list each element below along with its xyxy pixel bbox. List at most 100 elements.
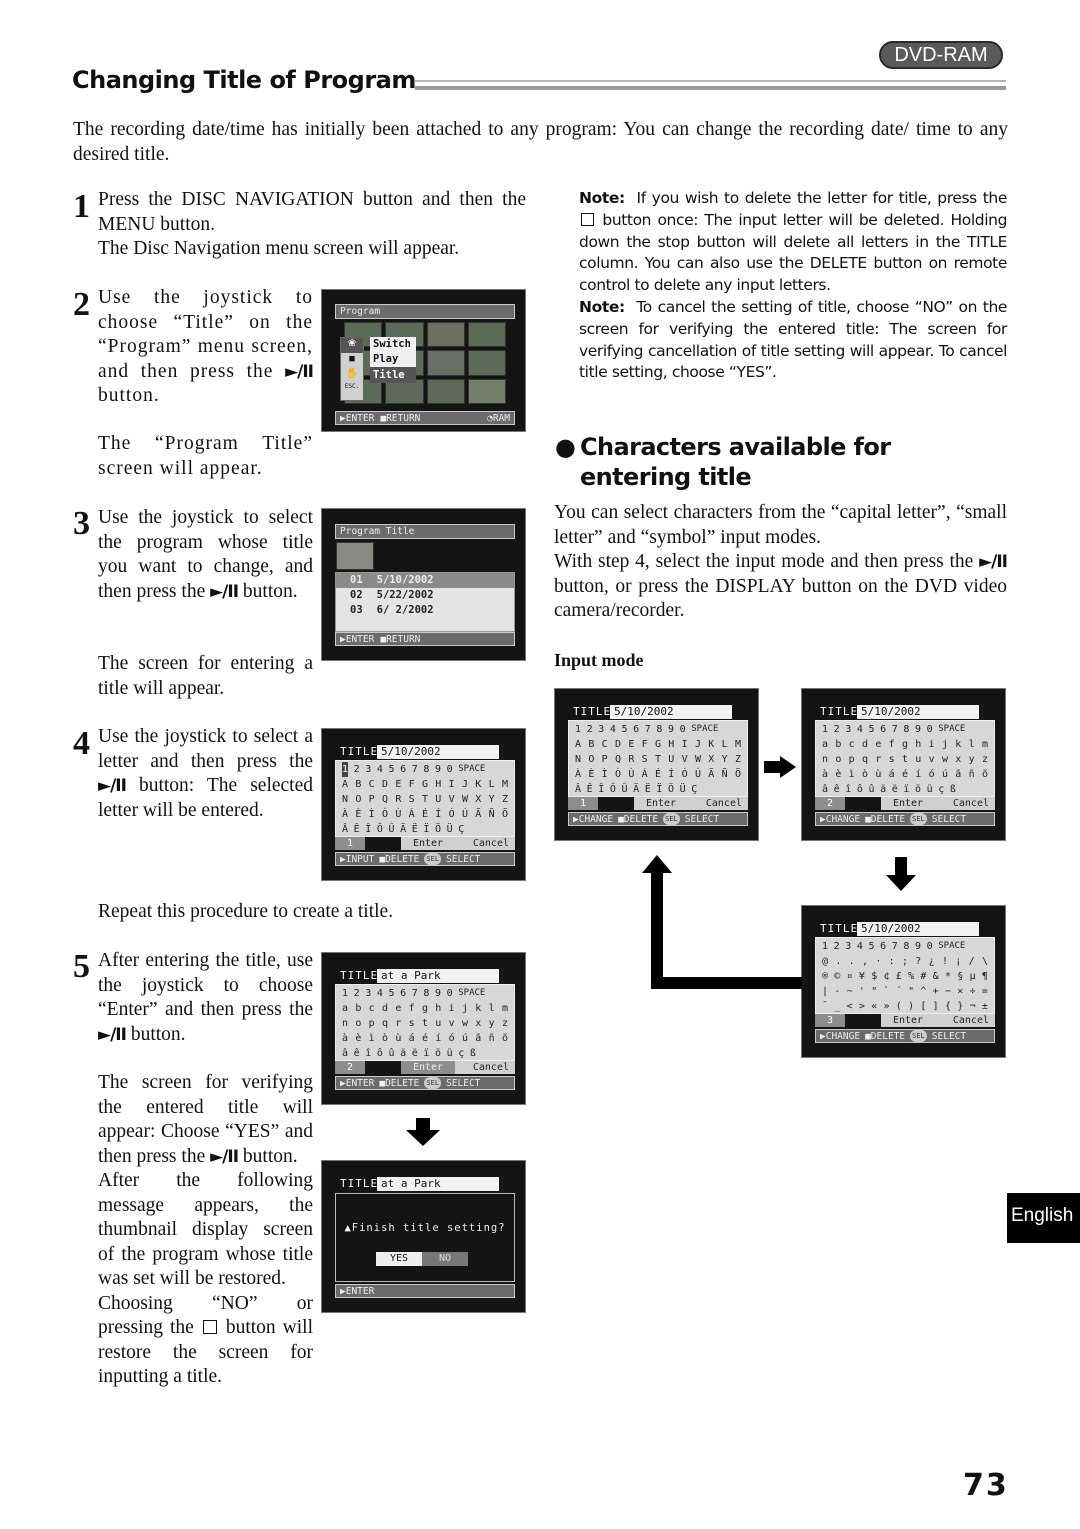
character-key[interactable]: ( (896, 999, 902, 1014)
character-key[interactable]: ä (880, 782, 886, 797)
character-key[interactable]: 1 (342, 986, 348, 1001)
character-key[interactable]: Ò (382, 807, 388, 822)
character-key[interactable]: á (409, 1031, 415, 1046)
character-key[interactable]: v (449, 1016, 455, 1031)
character-key[interactable]: @ (822, 954, 828, 969)
character-key[interactable]: ¿ (929, 954, 935, 969)
character-key[interactable]: B (588, 737, 594, 752)
thumbnail[interactable] (426, 378, 465, 404)
character-key[interactable]: : (889, 954, 895, 969)
character-key[interactable]: í (915, 767, 921, 782)
character-key[interactable]: R (395, 792, 401, 807)
character-key[interactable]: Û (389, 822, 395, 837)
character-key[interactable]: < (847, 999, 853, 1014)
character-key[interactable]: $ (871, 969, 877, 984)
character-key[interactable]: Ë (645, 782, 651, 797)
character-key[interactable]: 9 (668, 722, 674, 737)
character-key[interactable]: L (489, 777, 495, 792)
character-key[interactable]: Y (722, 752, 728, 767)
character-key[interactable]: á (889, 767, 895, 782)
character-key[interactable]: ì (849, 767, 855, 782)
character-key[interactable]: SPACE (458, 986, 485, 1001)
character-key[interactable]: 5 (622, 722, 628, 737)
character-key[interactable]: 3 (598, 722, 604, 737)
character-key[interactable]: ã (475, 1031, 481, 1046)
character-key[interactable]: ã (955, 767, 961, 782)
character-key[interactable]: X (708, 752, 714, 767)
character-key[interactable]: Ü (680, 782, 686, 797)
character-key[interactable]: ó (449, 1031, 455, 1046)
character-key[interactable]: w (942, 752, 948, 767)
character-key[interactable]: î (365, 1046, 371, 1061)
character-key[interactable]: A (575, 737, 581, 752)
character-key[interactable]: p (849, 752, 855, 767)
character-key[interactable]: 8 (903, 722, 909, 737)
character-key[interactable]: Ê (587, 782, 593, 797)
character-key[interactable]: u (915, 752, 921, 767)
character-key[interactable]: 3 (845, 939, 851, 954)
character-key[interactable]: & (933, 969, 939, 984)
character-key[interactable]: T (422, 792, 428, 807)
character-key[interactable]: c (369, 1001, 375, 1016)
enter-button[interactable]: Enter (881, 797, 935, 810)
character-key[interactable]: Ó (449, 807, 455, 822)
character-key[interactable]: Ú (695, 767, 701, 782)
character-key[interactable]: x (475, 1016, 481, 1031)
character-key[interactable]: Z (502, 792, 508, 807)
character-key[interactable]: 6 (400, 986, 406, 1001)
character-key[interactable]: 3 (365, 986, 371, 1001)
character-key[interactable]: À (342, 807, 348, 822)
character-key[interactable]: - (834, 984, 840, 999)
character-key[interactable]: j (462, 1001, 468, 1016)
character-key[interactable]: q (862, 752, 868, 767)
character-key[interactable]: F (642, 737, 648, 752)
character-key[interactable]: { (945, 999, 951, 1014)
character-key[interactable]: û (389, 1046, 395, 1061)
menu-item-play[interactable]: Play (370, 352, 416, 367)
character-key[interactable]: r (395, 1016, 401, 1031)
character-key[interactable]: h (435, 1001, 441, 1016)
character-key[interactable]: a (822, 737, 828, 752)
character-key[interactable]: î (845, 782, 851, 797)
character-key[interactable]: Ñ (722, 767, 728, 782)
character-key[interactable]: ~ (847, 984, 853, 999)
character-key[interactable]: 1 (822, 939, 828, 954)
character-key[interactable]: t (422, 1016, 428, 1031)
character-key[interactable]: 7 (412, 762, 418, 777)
character-key[interactable]: r (875, 752, 881, 767)
title-input[interactable]: 5/10/2002 (857, 922, 979, 936)
character-key[interactable]: _ (834, 999, 840, 1014)
character-key[interactable]: Ñ (489, 807, 495, 822)
thumbnail[interactable] (426, 322, 465, 348)
character-key[interactable]: b (355, 1001, 361, 1016)
character-key[interactable]: ¡ (955, 954, 961, 969)
thumbnail[interactable] (467, 322, 506, 348)
character-key[interactable]: c (849, 737, 855, 752)
character-key[interactable]: 8 (903, 939, 909, 954)
character-key[interactable]: õ (502, 1031, 508, 1046)
character-key[interactable]: W (695, 752, 701, 767)
character-key[interactable]: + (933, 984, 939, 999)
character-key[interactable]: Ì (602, 767, 608, 782)
character-key[interactable]: × (957, 984, 963, 999)
character-key[interactable]: Ô (610, 782, 616, 797)
character-key[interactable]: g (422, 1001, 428, 1016)
yes-button[interactable]: YES (376, 1252, 422, 1266)
character-key[interactable]: Ë (412, 822, 418, 837)
character-key[interactable]: ó (929, 767, 935, 782)
character-key[interactable]: Ü (447, 822, 453, 837)
character-key[interactable]: Ù (628, 767, 634, 782)
character-key[interactable]: d (382, 1001, 388, 1016)
cancel-button[interactable]: Cancel (688, 797, 748, 810)
character-key[interactable]: . (849, 954, 855, 969)
character-key[interactable]: ö (915, 782, 921, 797)
character-key[interactable]: Ö (668, 782, 674, 797)
thumbnail[interactable] (467, 350, 506, 376)
character-key[interactable]: w (462, 1016, 468, 1031)
character-key[interactable]: Ó (682, 767, 688, 782)
character-key[interactable]: D (615, 737, 621, 752)
character-key[interactable]: O (355, 792, 361, 807)
character-key[interactable]: Ê (354, 822, 360, 837)
character-key[interactable]: Ô (377, 822, 383, 837)
character-key[interactable]: k (475, 1001, 481, 1016)
